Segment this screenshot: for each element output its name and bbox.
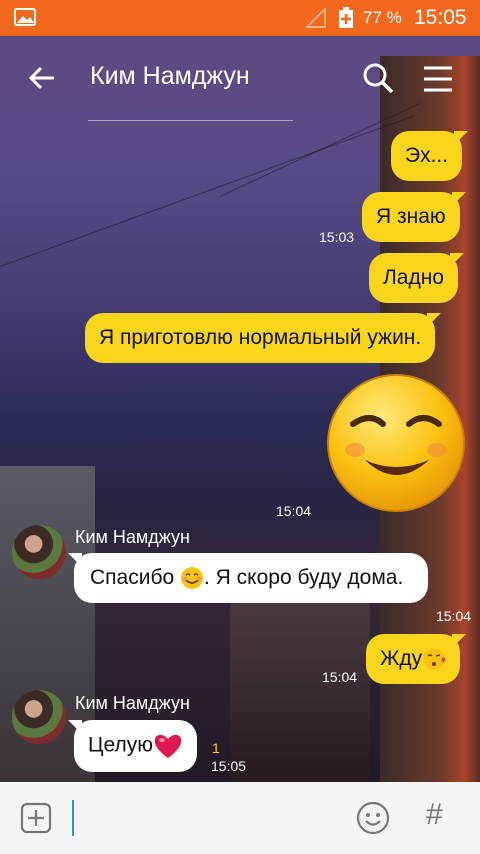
contact-title[interactable]: Ким Намджун (90, 62, 250, 91)
heart-emoji (154, 734, 182, 758)
signal-icon (305, 8, 326, 28)
blush-emoji (181, 567, 203, 590)
building-mid (230, 596, 370, 782)
smile-icon[interactable] (356, 801, 390, 835)
message-time: 15:03 (319, 229, 355, 245)
hashtag-button[interactable]: # (426, 798, 443, 832)
outgoing-message[interactable]: Жду (366, 634, 467, 684)
battery-percentage: 77 % (363, 8, 402, 27)
outgoing-message[interactable]: Эх... (391, 131, 469, 181)
incoming-message[interactable]: Спасибо . Я скоро буду дома. (68, 553, 428, 603)
app-bar: Ким Намджун (0, 36, 480, 122)
unread-count: 1 (212, 740, 220, 756)
message-text: Спасибо (90, 566, 180, 589)
input-bar: # (0, 782, 480, 854)
outgoing-message[interactable]: Ладно (369, 253, 464, 303)
sender-name: Ким Намджун (75, 527, 190, 547)
header-divider (88, 120, 293, 121)
avatar[interactable] (12, 525, 66, 579)
message-text: . Я скоро буду дома. (204, 566, 404, 589)
outgoing-message[interactable]: Я приготовлю нормальный ужин. (85, 313, 442, 363)
message-input-cursor[interactable] (72, 800, 74, 836)
incoming-message[interactable]: Целую (67, 720, 198, 772)
kiss-emoji (423, 648, 446, 671)
message-time: 15:04 (276, 503, 312, 519)
gallery-icon (14, 8, 36, 26)
message-text: Жду (380, 647, 423, 670)
status-bar: 77 % 15:05 (0, 0, 480, 36)
menu-icon[interactable] (424, 66, 452, 92)
sender-name: Ким Намджун (75, 693, 190, 713)
search-icon[interactable] (362, 62, 394, 94)
add-icon[interactable] (20, 802, 52, 834)
status-time: 15:05 (414, 6, 467, 29)
outgoing-message[interactable]: Я знаю (362, 192, 466, 242)
message-time: 15:05 (211, 758, 247, 774)
message-time: 15:04 (436, 608, 472, 624)
sticker-relieved-face[interactable] (325, 372, 467, 514)
battery-icon (339, 7, 353, 28)
message-time: 15:04 (322, 669, 358, 685)
avatar[interactable] (12, 690, 66, 744)
message-text: Целую (88, 733, 154, 757)
back-arrow-icon[interactable] (28, 64, 56, 92)
